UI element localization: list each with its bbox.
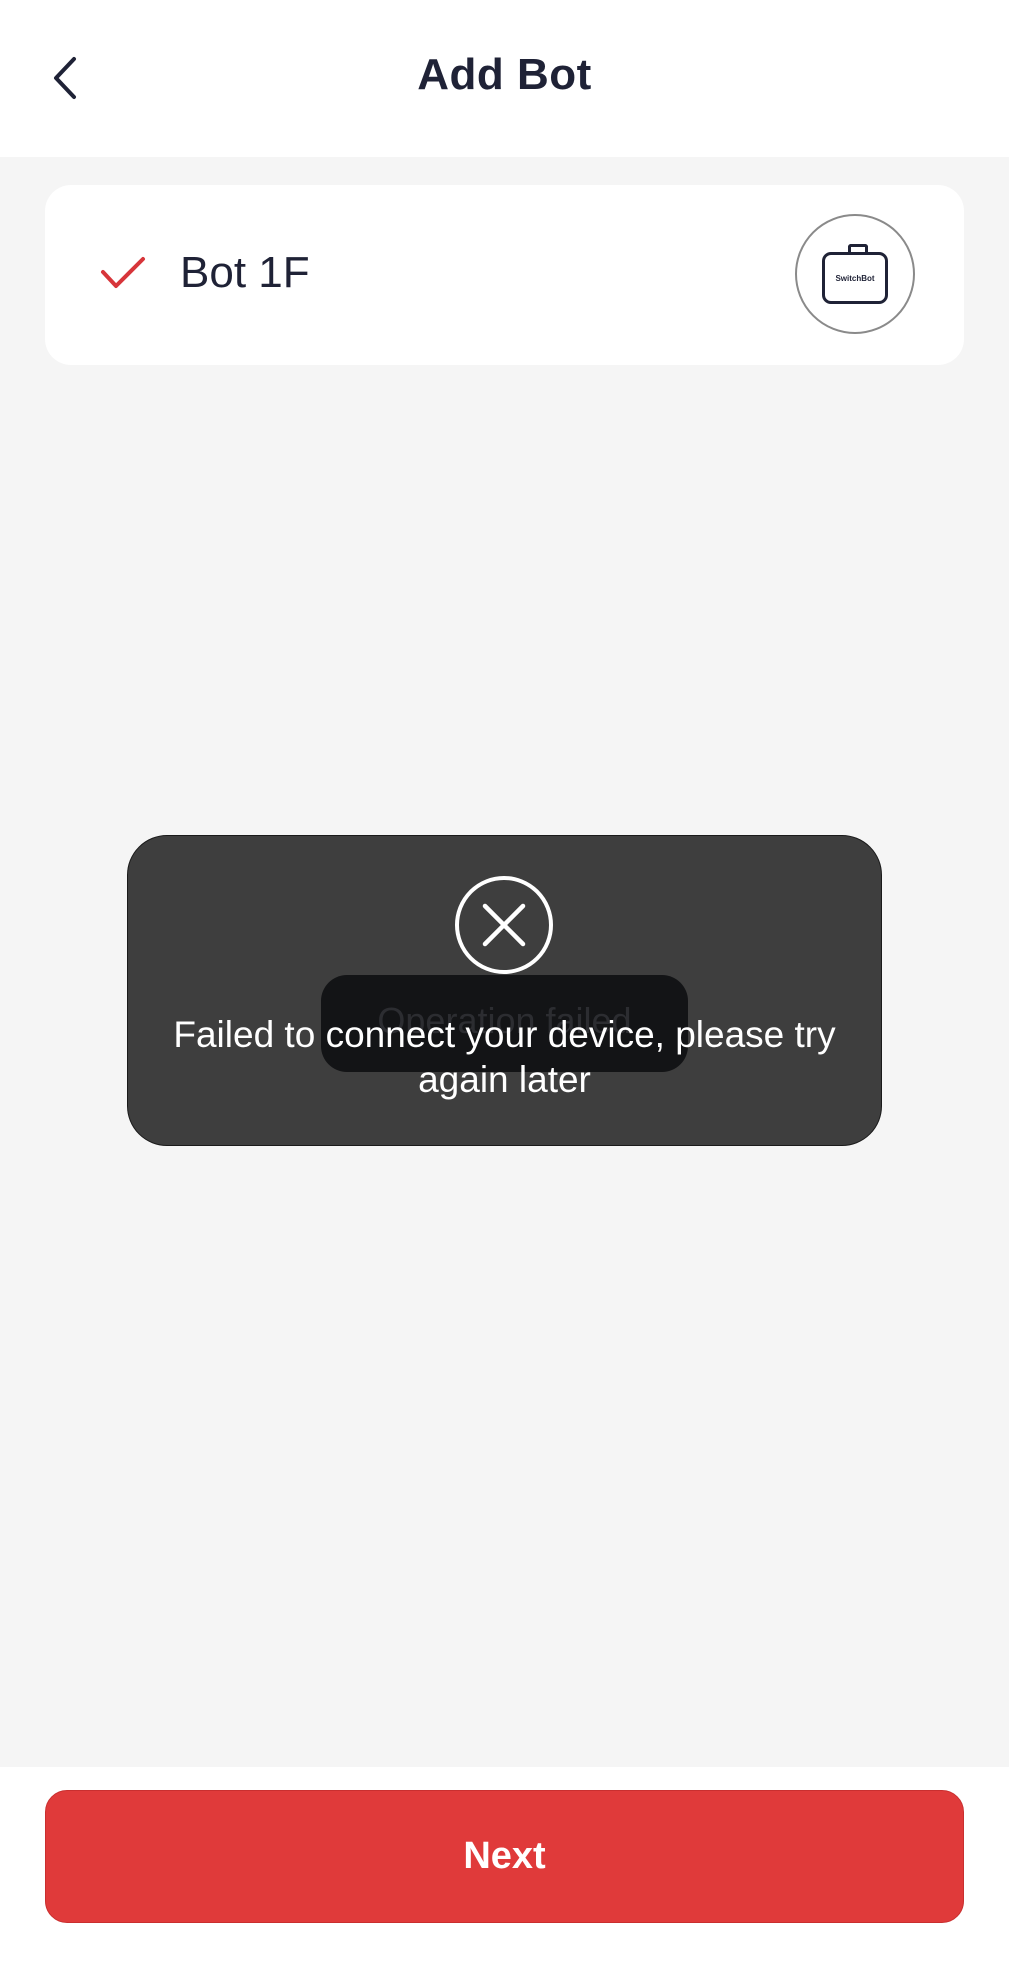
- brand-label: SwitchBot: [835, 273, 875, 283]
- device-name: Bot 1F: [180, 248, 310, 297]
- close-circle-icon: [455, 876, 553, 974]
- next-button[interactable]: Next: [45, 1790, 964, 1923]
- error-message: Failed to connect your device, please tr…: [173, 1014, 836, 1100]
- device-handle: [848, 244, 868, 255]
- device-image: SwitchBot: [822, 244, 888, 304]
- switchbot-device-icon: SwitchBot: [795, 214, 915, 334]
- page-title: Add Bot: [417, 50, 592, 99]
- checkmark-icon: [101, 257, 145, 288]
